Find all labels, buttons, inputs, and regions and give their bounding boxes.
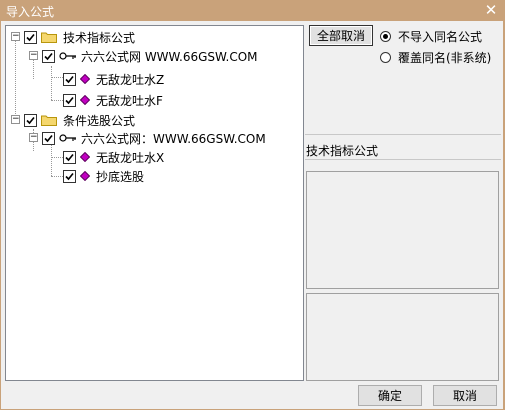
ok-button[interactable]: 确定	[358, 385, 422, 406]
item-checkbox[interactable]	[63, 93, 76, 107]
tree-line	[51, 142, 52, 176]
item-checkbox[interactable]	[63, 169, 76, 183]
tree-line	[51, 66, 52, 100]
collapse-toggle[interactable]: −	[11, 32, 20, 41]
radio-button[interactable]	[380, 31, 391, 42]
group-checkbox[interactable]	[24, 30, 37, 44]
formula-gem-icon	[80, 74, 90, 84]
tree-group-technical[interactable]: 技术指标公式	[24, 28, 135, 46]
collapse-toggle[interactable]: −	[29, 133, 38, 142]
item-checkbox[interactable]	[63, 150, 76, 164]
collapse-toggle[interactable]: −	[29, 51, 38, 60]
tree-source-technical[interactable]: 六六公式网 WWW.66GSW.COM	[42, 47, 258, 65]
key-icon	[59, 134, 76, 142]
key-icon	[59, 52, 76, 60]
tree-group-screening[interactable]: 条件选股公式	[24, 111, 135, 129]
formula-params-panel	[306, 293, 499, 381]
tree-line	[51, 77, 63, 78]
source-checkbox[interactable]	[42, 131, 55, 145]
dialog-body: − 技术指标公式 − 六六公式网 WWW.66GSW.COM 无敌龙吐水Z 无敌…	[1, 21, 503, 409]
cancel-button[interactable]: 取消	[433, 385, 497, 406]
folder-icon	[41, 115, 57, 126]
group-label: 技术指标公式	[63, 30, 136, 45]
item-checkbox[interactable]	[63, 72, 76, 86]
item-label: 无敌龙吐水Z	[96, 72, 165, 87]
divider	[305, 159, 501, 160]
folder-icon	[41, 32, 57, 43]
tree-line	[51, 176, 63, 177]
radio-label: 不导入同名公式	[398, 30, 483, 44]
item-label: 无敌龙吐水F	[96, 93, 163, 108]
source-checkbox[interactable]	[42, 49, 55, 63]
radio-label: 覆盖同名(非系统)	[398, 51, 492, 65]
radio-overwrite-duplicates[interactable]: 覆盖同名(非系统)	[380, 49, 491, 66]
tree-item[interactable]: 无敌龙吐水F	[63, 91, 163, 109]
group-label: 条件选股公式	[63, 113, 136, 128]
tree-item[interactable]: 抄底选股	[63, 167, 144, 185]
radio-selected-dot	[383, 34, 388, 39]
radio-skip-duplicates[interactable]: 不导入同名公式	[380, 28, 482, 45]
info-section-title: 技术指标公式	[306, 144, 379, 158]
deselect-all-button[interactable]: 全部取消	[309, 25, 373, 46]
tree-source-screening[interactable]: 六六公式网：WWW.66GSW.COM	[42, 129, 266, 147]
formula-gem-icon	[80, 95, 90, 105]
formula-gem-icon	[80, 152, 90, 162]
collapse-toggle[interactable]: −	[11, 115, 20, 124]
radio-button[interactable]	[380, 52, 391, 63]
formula-tree[interactable]: − 技术指标公式 − 六六公式网 WWW.66GSW.COM 无敌龙吐水Z 无敌…	[5, 25, 304, 381]
import-formula-dialog: 导入公式 ✕ − 技术指标公式 − 六六公式网 WWW.66GSW.COM 无敌…	[0, 0, 505, 410]
formula-description-panel	[306, 171, 499, 289]
title-bar[interactable]: 导入公式 ✕	[0, 0, 505, 21]
item-label: 抄底选股	[96, 169, 145, 184]
window-title: 导入公式	[6, 5, 55, 19]
source-label: 六六公式网 WWW.66GSW.COM	[81, 49, 258, 64]
tree-line	[51, 157, 63, 158]
tree-item[interactable]: 无敌龙吐水X	[63, 148, 164, 166]
tree-item[interactable]: 无敌龙吐水Z	[63, 70, 164, 88]
formula-gem-icon	[80, 171, 90, 181]
divider	[305, 134, 501, 135]
source-label: 六六公式网：WWW.66GSW.COM	[81, 131, 266, 146]
group-checkbox[interactable]	[24, 113, 37, 127]
tree-line	[51, 100, 63, 101]
tree-line	[15, 40, 16, 120]
item-label: 无敌龙吐水X	[96, 150, 165, 165]
close-icon[interactable]: ✕	[483, 2, 499, 18]
